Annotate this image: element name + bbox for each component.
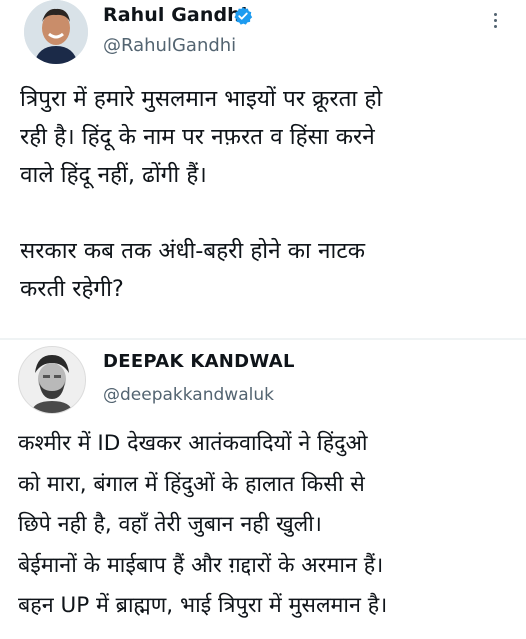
- tweet-text: कश्मीर में ID देखकर आतंकवादियों ने हिंदु…: [18, 431, 388, 618]
- profile-photo-icon: [19, 347, 85, 413]
- tweet-card-rahul[interactable]: Rahul Gandhi @RahulGandhi त्रिपुरा में ह…: [0, 0, 526, 340]
- more-options-icon[interactable]: [486, 10, 504, 32]
- avatar[interactable]: [18, 346, 86, 414]
- author-handle[interactable]: @RahulGandhi: [103, 35, 236, 56]
- avatar[interactable]: [24, 0, 88, 64]
- tweet-card-deepak[interactable]: DEEPAK KANDWAL @deepakkandwaluk कश्मीर म…: [0, 340, 526, 639]
- author-name[interactable]: DEEPAK KANDWAL: [103, 351, 295, 372]
- profile-photo-icon: [24, 0, 88, 64]
- verified-badge-icon: [234, 7, 253, 25]
- tweet-text: त्रिपुरा में हमारे मुसलमान भाइयों पर क्र…: [20, 86, 383, 302]
- author-handle[interactable]: @deepakkandwaluk: [103, 385, 274, 405]
- author-name[interactable]: Rahul Gandhi: [103, 4, 247, 26]
